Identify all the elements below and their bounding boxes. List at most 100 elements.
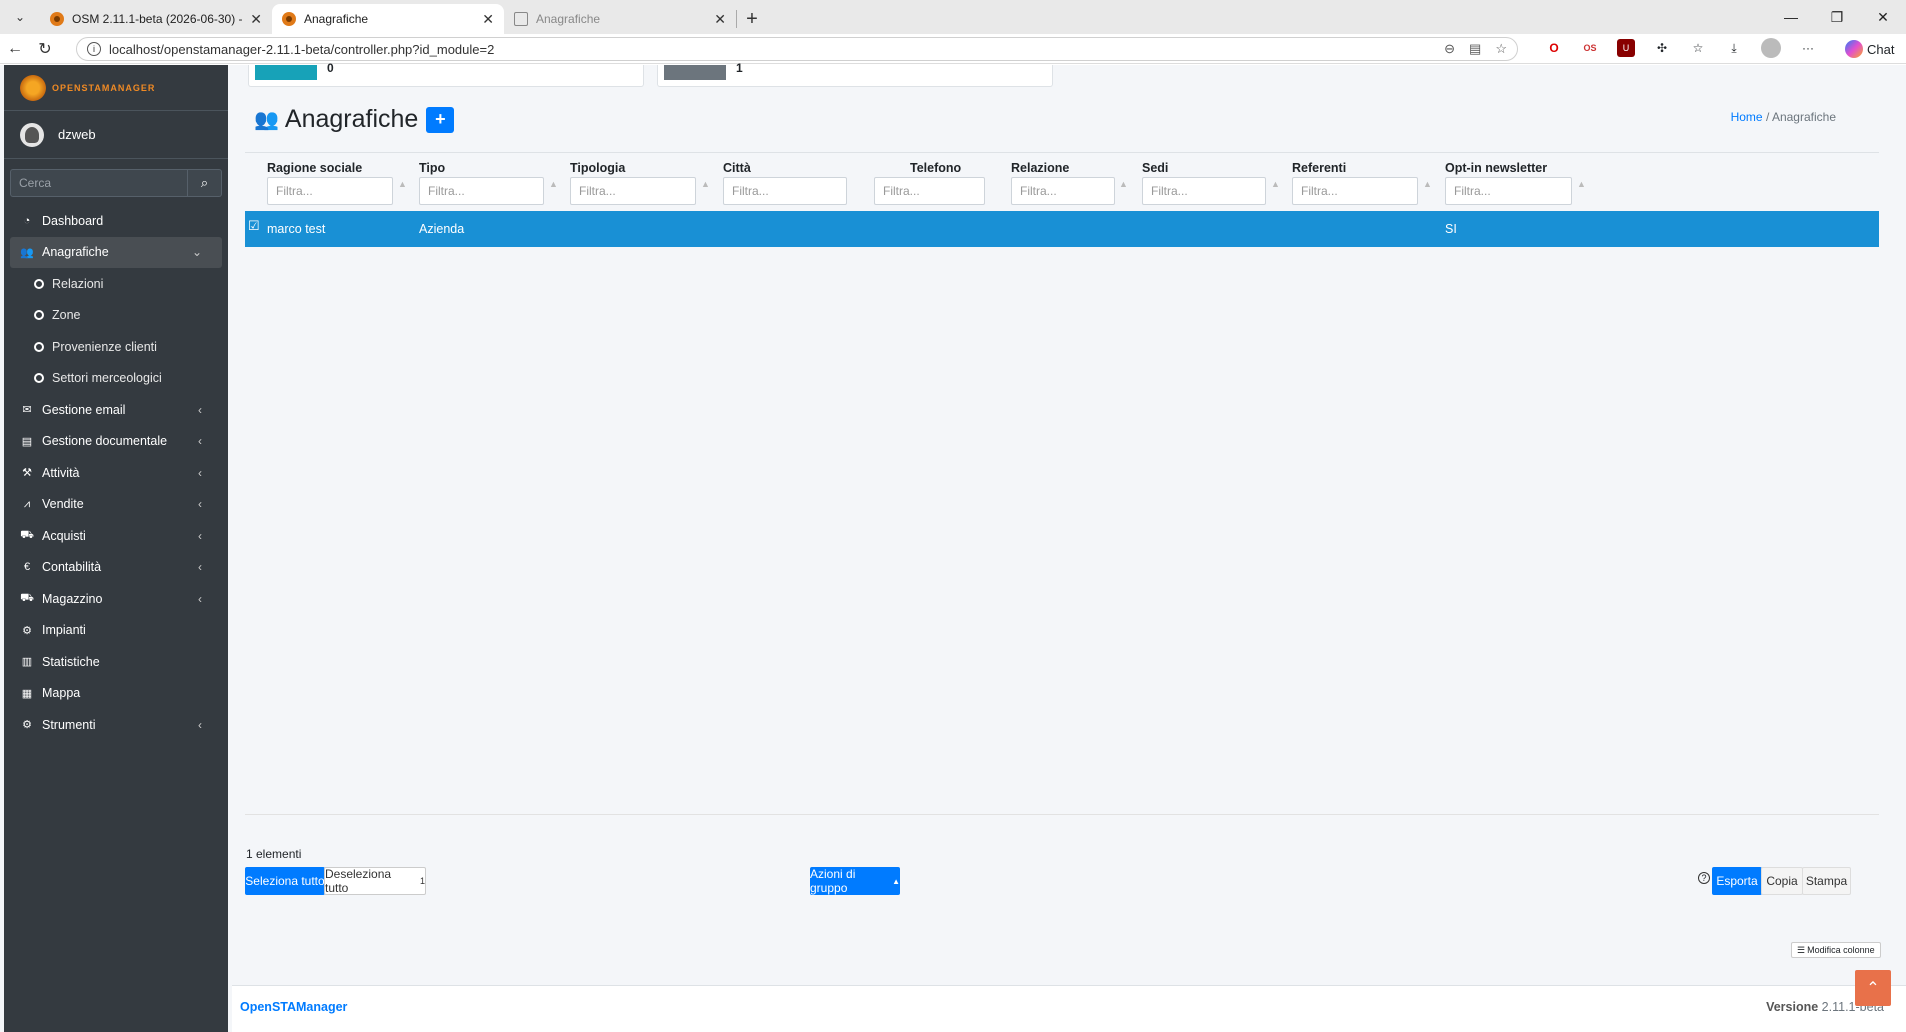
opera-extension-icon[interactable]: O	[1545, 39, 1563, 57]
filter-input-sedi[interactable]: Filtra...	[1142, 177, 1266, 205]
sidebar-item-mappa[interactable]: ▦ Mappa	[4, 678, 228, 710]
column-header-sedi[interactable]: Sedi	[1142, 161, 1168, 175]
restore-icon[interactable]: ❐	[1814, 0, 1860, 34]
sort-icon[interactable]: ▲	[1119, 179, 1128, 189]
sidebar-item-dashboard[interactable]: ◔ Dashboard	[4, 205, 228, 237]
filter-input-tipo[interactable]: Filtra...	[419, 177, 544, 205]
sidebar-item-acquisti[interactable]: ⛟ Acquisti ‹	[4, 520, 228, 552]
more-icon[interactable]: ···	[1799, 39, 1817, 57]
column-header-tipologia[interactable]: Tipologia	[570, 161, 625, 175]
sort-icon[interactable]: ▲	[701, 179, 710, 189]
browser-tab-1[interactable]: OSM 2.11.1-beta (2026-06-30) - O ✕	[40, 4, 272, 34]
copilot-button[interactable]: Chat	[1845, 40, 1894, 58]
site-info-icon[interactable]: i	[87, 42, 101, 56]
url-field[interactable]: i localhost/openstamanager-2.11.1-beta/c…	[76, 37, 1518, 61]
group-actions-dropdown[interactable]: Azioni di gruppo ▲	[810, 867, 900, 895]
sort-icon[interactable]: ▲	[1271, 179, 1280, 189]
osm-favicon-icon	[50, 12, 64, 26]
ublock-icon[interactable]: U	[1617, 39, 1635, 57]
close-window-icon[interactable]: ✕	[1860, 0, 1906, 34]
sidebar-item-magazzino[interactable]: ⛟ Magazzino ‹	[4, 583, 228, 615]
sort-icon[interactable]: ▲	[1577, 179, 1586, 189]
export-button[interactable]: Esporta	[1712, 867, 1762, 895]
sidebar-item-contabilita[interactable]: € Contabilità ‹	[4, 552, 228, 584]
sort-icon[interactable]: ▲	[398, 179, 407, 189]
filter-input-referenti[interactable]: Filtra...	[1292, 177, 1418, 205]
zoom-icon[interactable]: ⊖	[1444, 41, 1455, 57]
reader-icon[interactable]: ▤	[1469, 41, 1481, 57]
column-header-relazione[interactable]: Relazione	[1011, 161, 1069, 175]
sidebar-item-anagrafiche[interactable]: 👥 Anagrafiche ⌄	[10, 236, 222, 268]
sort-icon[interactable]: ▲	[1423, 179, 1432, 189]
edit-columns-button[interactable]: ☰ Modifica colonne	[1791, 942, 1881, 958]
sort-icon[interactable]: ▲	[549, 179, 558, 189]
close-tab-icon[interactable]: ✕	[714, 11, 726, 28]
footer-brand-link[interactable]: OpenSTAManager	[240, 1000, 347, 1014]
breadcrumb-home-link[interactable]: Home	[1731, 110, 1763, 124]
filter-input-optin-newsletter[interactable]: Filtra...	[1445, 177, 1572, 205]
sidebar-search-input[interactable]	[10, 169, 188, 197]
search-icon[interactable]: ⌕	[188, 169, 222, 197]
copy-button[interactable]: Copia	[1761, 867, 1803, 895]
column-header-optin-newsletter[interactable]: Opt-in newsletter	[1445, 161, 1547, 175]
chevron-left-icon: ‹	[198, 402, 202, 417]
filter-input-citta[interactable]: Filtra...	[723, 177, 847, 205]
extension-icon[interactable]: OS	[1581, 39, 1599, 57]
sidebar-item-impianti[interactable]: ⚙ Impianti	[4, 615, 228, 647]
deselect-all-button[interactable]: Deseleziona tutto 1	[324, 867, 426, 895]
brand-text: OPENSTAMANAGER	[52, 82, 156, 93]
reload-icon[interactable]: ↻	[30, 39, 60, 59]
info-card[interactable]: 1	[657, 61, 1053, 87]
sidebar-item-relazioni[interactable]: Relazioni	[4, 268, 228, 300]
brand[interactable]: OPENSTAMANAGER	[4, 65, 228, 111]
filter-input-relazione[interactable]: Filtra...	[1011, 177, 1115, 205]
favorites-list-icon[interactable]: ☆	[1689, 39, 1707, 57]
tab-list-button[interactable]: ⌄	[6, 4, 34, 30]
favorite-star-icon[interactable]: ☆	[1495, 41, 1507, 57]
sidebar-item-zone[interactable]: Zone	[4, 300, 228, 332]
select-all-label: Seleziona tutto	[245, 874, 325, 888]
scroll-to-top-button[interactable]: ⌃	[1855, 970, 1891, 1006]
filter-input-tipologia[interactable]: Filtra...	[570, 177, 696, 205]
sidebar-item-label: Anagrafiche	[42, 245, 109, 260]
minimize-icon[interactable]: —	[1768, 0, 1814, 34]
column-header-telefono[interactable]: Telefono	[910, 161, 961, 175]
column-header-ragione-sociale[interactable]: Ragione sociale	[267, 161, 362, 175]
chevron-left-icon: ‹	[198, 434, 202, 449]
chevron-left-icon: ‹	[198, 591, 202, 606]
caret-up-icon: ▲	[892, 876, 900, 886]
table-row[interactable]: ☑ marco test Azienda SI	[245, 211, 1879, 247]
sidebar-item-strumenti[interactable]: ⚙ Strumenti ‹	[4, 709, 228, 741]
filter-input-telefono[interactable]: Filtra...	[874, 177, 985, 205]
profile-avatar-icon[interactable]	[1761, 38, 1781, 58]
sidebar-item-attivita[interactable]: ⚒ Attività ‹	[4, 457, 228, 489]
column-header-tipo[interactable]: Tipo	[419, 161, 445, 175]
checked-checkbox-icon[interactable]: ☑	[248, 218, 262, 233]
add-anagrafica-button[interactable]: +	[426, 106, 455, 133]
info-card[interactable]: 0	[248, 61, 644, 87]
sidebar-item-gestione-documentale[interactable]: ▤ Gestione documentale ‹	[4, 426, 228, 458]
puzzle-icon[interactable]: ✣	[1653, 39, 1671, 57]
downloads-icon[interactable]: ⤓	[1725, 39, 1743, 57]
sidebar-item-statistiche[interactable]: ▥ Statistiche	[4, 646, 228, 678]
new-tab-button[interactable]: +	[737, 4, 767, 34]
info-card-bar	[664, 65, 726, 80]
select-all-button[interactable]: Seleziona tutto	[245, 867, 325, 895]
sidebar-item-provenienze-clienti[interactable]: Provenienze clienti	[4, 331, 228, 363]
sidebar-item-settori-merceologici[interactable]: Settori merceologici	[4, 363, 228, 395]
print-button[interactable]: Stampa	[1802, 867, 1851, 895]
url-actions: ⊖ ▤ ☆	[1444, 41, 1507, 57]
back-icon[interactable]: ←	[0, 40, 30, 58]
sidebar-item-gestione-email[interactable]: ✉ Gestione email ‹	[4, 394, 228, 426]
browser-tab-2[interactable]: Anagrafiche ✕	[272, 4, 504, 34]
close-tab-icon[interactable]: ✕	[250, 11, 262, 28]
user-panel[interactable]: dzweb	[4, 111, 228, 159]
help-icon[interactable]: ?	[1698, 872, 1710, 884]
column-header-referenti[interactable]: Referenti	[1292, 161, 1346, 175]
url-text: localhost/openstamanager-2.11.1-beta/con…	[109, 41, 495, 57]
browser-tab-3[interactable]: Anagrafiche ✕	[504, 4, 736, 34]
column-header-citta[interactable]: Città	[723, 161, 751, 175]
sidebar-item-vendite[interactable]: ⩘ Vendite ‹	[4, 489, 228, 521]
close-tab-icon[interactable]: ✕	[482, 11, 494, 28]
filter-input-ragione-sociale[interactable]: Filtra...	[267, 177, 393, 205]
